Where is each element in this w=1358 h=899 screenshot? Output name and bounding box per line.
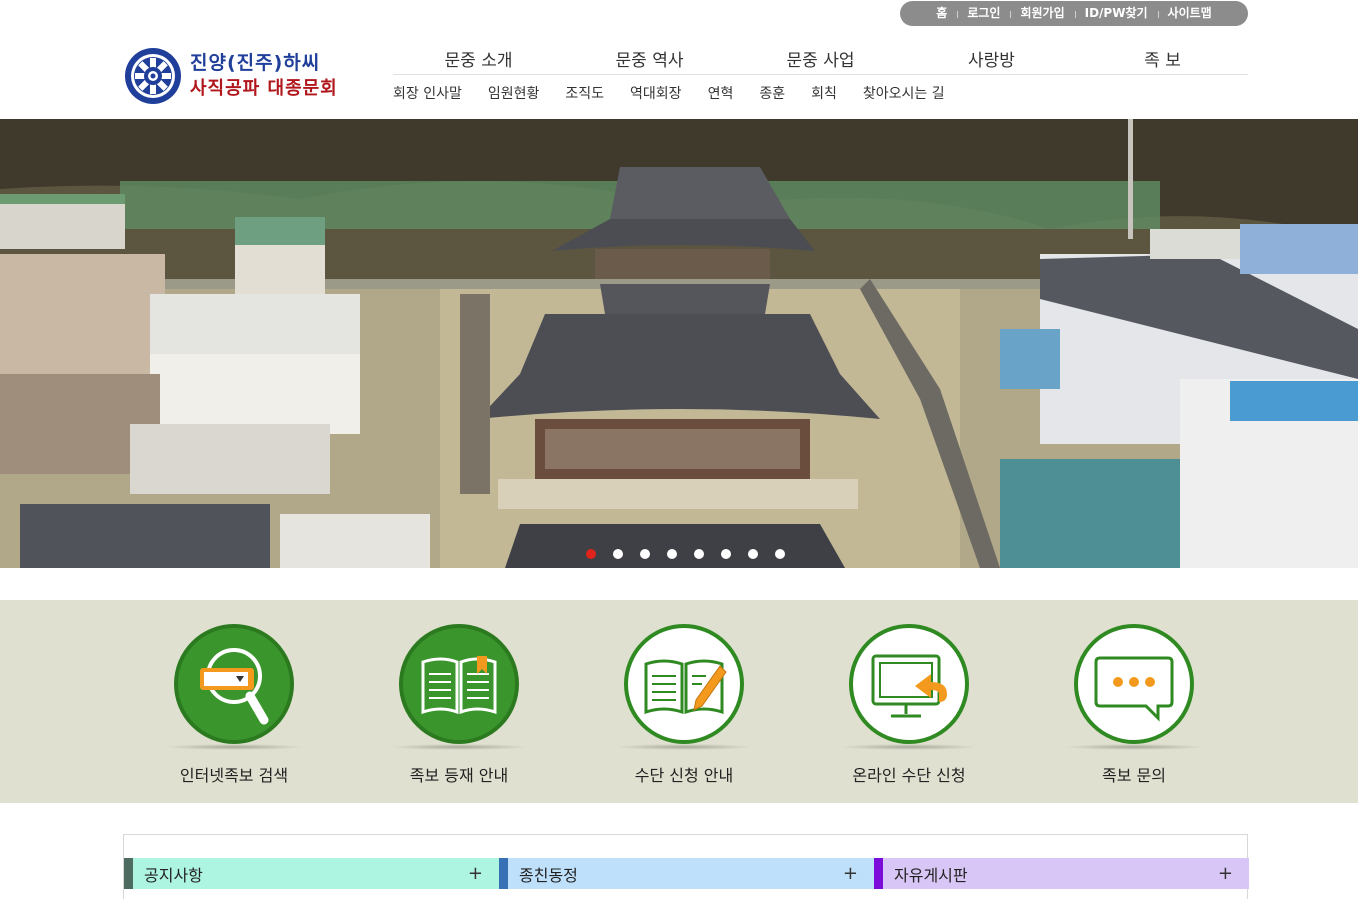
- slider-dot-1[interactable]: [586, 549, 596, 559]
- quick-label: 족보 등재 안내: [409, 766, 509, 785]
- subnav-item-bylaws[interactable]: 회칙: [811, 83, 837, 107]
- slider-dot-3[interactable]: [640, 549, 650, 559]
- board-title: 종친동정: [519, 865, 578, 885]
- hero-image: [0, 119, 1358, 568]
- monitor-arrow-icon: [871, 654, 947, 718]
- logo-title: 진양(진주)하씨: [190, 52, 321, 74]
- find-id-pw-link[interactable]: ID/PW찾기: [1074, 1, 1158, 26]
- clan-news-more-button[interactable]: +: [843, 863, 858, 884]
- sitemap-link[interactable]: 사이트맵: [1157, 1, 1222, 26]
- subnav-item-timeline[interactable]: 연혁: [708, 83, 734, 107]
- nav-item-projects[interactable]: 문중 사업: [735, 48, 906, 74]
- hero-slider[interactable]: [0, 119, 1358, 568]
- slider-dot-4[interactable]: [667, 549, 677, 559]
- slider-pagination: [586, 549, 785, 559]
- subnav-item-officers[interactable]: 임원현황: [488, 83, 540, 107]
- slider-dot-7[interactable]: [748, 549, 758, 559]
- quick-label: 수단 신청 안내: [634, 766, 734, 785]
- slider-dot-5[interactable]: [694, 549, 704, 559]
- nav-item-about[interactable]: 문중 소개: [393, 48, 564, 74]
- slider-dot-2[interactable]: [613, 549, 623, 559]
- quick-label: 인터넷족보 검색: [179, 766, 289, 785]
- quick-label: 족보 문의: [1102, 766, 1166, 785]
- nav-item-lounge[interactable]: 사랑방: [906, 48, 1077, 74]
- board-title: 자유게시판: [894, 865, 968, 885]
- quick-menu: 인터넷족보 검색 족보 등재 안내 수단 신청 안내 온라인 수단 신청 족보 …: [0, 600, 1358, 803]
- board-free-header: 자유게시판 +: [874, 858, 1249, 889]
- site-logo[interactable]: 진양(진주)하씨 사직공파 대종문회: [124, 46, 354, 106]
- board-notice-header: 공지사항 +: [124, 858, 499, 889]
- subnav-item-family-precepts[interactable]: 종훈: [759, 83, 785, 107]
- quick-item-genealogy-search[interactable]: 인터넷족보 검색: [134, 624, 334, 786]
- nav-item-genealogy[interactable]: 족 보: [1077, 48, 1248, 74]
- board-clan-news-header: 종친동정 +: [499, 858, 874, 889]
- login-link[interactable]: 로그인: [957, 1, 1010, 26]
- board-title: 공지사항: [144, 865, 203, 885]
- subnav-item-greeting[interactable]: 회장 인사말: [393, 83, 462, 107]
- subnav-item-org-chart[interactable]: 조직도: [565, 83, 604, 107]
- quick-item-application-guide[interactable]: 수단 신청 안내: [584, 624, 784, 786]
- board-section: 공지사항 + 종친동정 + 자유게시판 +: [123, 834, 1249, 899]
- logo-subtitle: 사직공파 대종문회: [190, 78, 338, 99]
- home-link[interactable]: 홈: [926, 1, 957, 26]
- quick-item-genealogy-inquiry[interactable]: 족보 문의: [1034, 624, 1234, 786]
- notice-more-button[interactable]: +: [468, 863, 483, 884]
- subnav-item-past-presidents[interactable]: 역대회장: [630, 83, 682, 107]
- slider-dot-6[interactable]: [721, 549, 731, 559]
- quick-item-online-application[interactable]: 온라인 수단 신청: [809, 624, 1009, 786]
- chat-bubble-icon: [1094, 656, 1174, 722]
- search-magnifier-icon: [200, 648, 269, 725]
- quick-item-registration-guide[interactable]: 족보 등재 안내: [359, 624, 559, 786]
- utility-nav: 홈 로그인 회원가입 ID/PW찾기 사이트맵: [900, 1, 1248, 26]
- book-pen-icon: [644, 659, 727, 715]
- free-board-more-button[interactable]: +: [1218, 863, 1233, 884]
- signup-link[interactable]: 회원가입: [1010, 1, 1074, 26]
- book-icon: [421, 656, 497, 715]
- subnav-item-directions[interactable]: 찾아오시는 길: [863, 83, 945, 107]
- slider-dot-8[interactable]: [775, 549, 785, 559]
- clan-emblem-icon: [125, 48, 181, 104]
- sub-nav: 회장 인사말 임원현황 조직도 역대회장 연혁 종훈 회칙 찾아오시는 길: [393, 83, 971, 107]
- quick-label: 온라인 수단 신청: [852, 766, 966, 785]
- nav-item-history[interactable]: 문중 역사: [564, 48, 735, 74]
- main-nav: 문중 소개 문중 역사 문중 사업 사랑방 족 보: [393, 48, 1248, 75]
